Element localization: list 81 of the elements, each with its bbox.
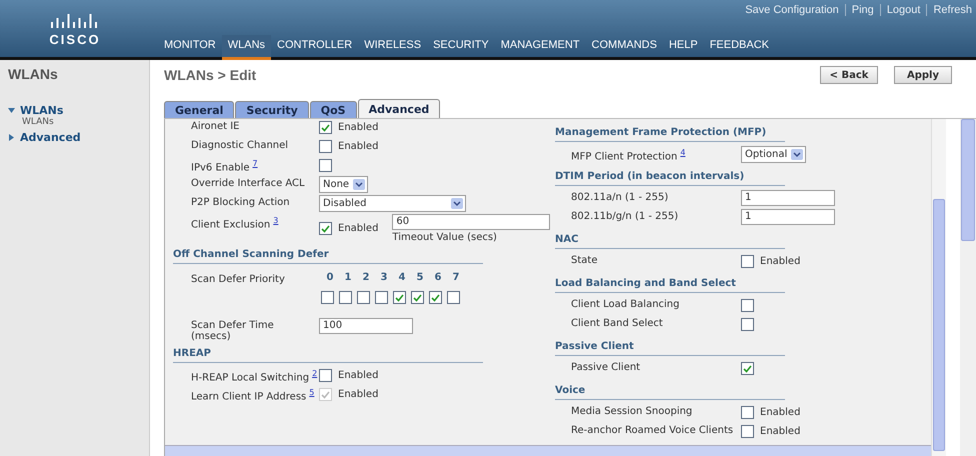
priority-number: 6 — [434, 272, 442, 283]
nav-tab[interactable]: MONITOR — [158, 35, 222, 60]
tab[interactable]: Advanced — [358, 99, 440, 118]
section-heading: DTIM Period (in beacon intervals) — [555, 165, 785, 186]
field-label: Re-anchor Roamed Voice Clients — [571, 424, 734, 436]
option-text: Enabled — [338, 369, 378, 381]
nav-tab[interactable]: CONTROLLER — [271, 35, 358, 60]
sidebar-title: WLANs — [8, 66, 59, 82]
header-link[interactable]: Logout — [880, 4, 920, 16]
option-text: Enabled — [760, 255, 800, 267]
tab[interactable]: Security — [235, 101, 309, 118]
section-heading: Passive Client — [555, 335, 785, 356]
section-heading: Voice — [555, 379, 785, 400]
input-field[interactable]: 1 — [741, 209, 835, 225]
header-link[interactable]: Refresh — [926, 4, 972, 16]
option-text: Enabled — [338, 222, 378, 235]
section-heading: NAC — [555, 228, 785, 249]
priority-number: 0 — [326, 272, 334, 283]
field-label: Aironet IE — [191, 120, 240, 132]
nav-tab[interactable]: COMMANDS — [586, 35, 663, 60]
logo-text: CISCO — [49, 32, 101, 47]
field-label: Client Band Select — [571, 317, 664, 329]
sidebar-item[interactable]: Advanced — [8, 131, 141, 144]
header-link[interactable]: Ping — [844, 4, 874, 16]
option-text: Enabled — [338, 121, 378, 133]
priority-number: 1 — [344, 272, 352, 283]
option-text: Enabled — [760, 406, 800, 418]
field-label: Override Interface ACL — [191, 177, 306, 189]
priority-number: 2 — [362, 272, 370, 283]
field-label: Scan Defer Priority — [191, 273, 286, 285]
dropdown[interactable]: None — [319, 176, 368, 193]
dropdown[interactable]: Optional — [741, 146, 806, 163]
field-caption: Timeout Value (secs) — [392, 232, 498, 243]
apply-button[interactable]: Apply — [894, 66, 952, 84]
field-label: 802.11a/n (1 - 255) — [571, 191, 670, 203]
field-label: MFP Client Protection $^{4}$ — [571, 147, 686, 162]
priority-number: 7 — [452, 272, 460, 283]
field-label: Learn Client IP Address $^{5}$ — [191, 387, 316, 402]
field-label: P2P Blocking Action — [191, 196, 291, 208]
page-title: WLANs > Edit — [164, 67, 258, 83]
back-button[interactable]: < Back — [820, 66, 878, 84]
nav-tab[interactable]: FEEDBACK — [704, 35, 775, 60]
section-heading: Off Channel Scanning Defer — [173, 243, 483, 264]
nav-tab[interactable]: SECURITY — [427, 35, 495, 60]
field-label: Diagnostic Channel — [191, 139, 290, 151]
input-field[interactable]: 1 — [741, 190, 835, 206]
field-label: H-REAP Local Switching $^{2}$ — [191, 368, 318, 384]
field-label: Client Load Balancing — [571, 298, 680, 310]
footnote-link[interactable]: 4 — [680, 148, 686, 157]
option-text: Enabled — [338, 140, 378, 152]
field-label: Passive Client — [571, 361, 642, 373]
field-label: Client Exclusion $^{3}$ — [191, 215, 280, 230]
option-text: Enabled — [338, 388, 378, 400]
priority-number: 4 — [398, 272, 406, 283]
field-label: 802.11b/g/n (1 - 255) — [571, 210, 680, 222]
sidebar-subitem[interactable]: WLANs — [8, 117, 141, 127]
nav-tab[interactable]: WLANs — [222, 35, 272, 60]
tab[interactable]: General — [164, 101, 234, 118]
option-text: Enabled — [760, 425, 800, 437]
input-field[interactable]: 60 — [392, 214, 550, 230]
dropdown[interactable]: Disabled — [319, 195, 466, 212]
field-label: Media Session Snooping — [571, 405, 694, 417]
footnote-link[interactable]: 2 — [312, 369, 318, 378]
field-label: IPv6 Enable $^{7}$ — [191, 158, 259, 174]
nav-tab[interactable]: MANAGEMENT — [494, 35, 586, 60]
input-field[interactable]: 100 — [319, 318, 413, 334]
sidebar-item[interactable]: WLANs — [8, 104, 141, 117]
header-link[interactable]: Save Configuration — [745, 4, 839, 16]
footnote-link[interactable]: 7 — [252, 159, 258, 168]
footnote-link[interactable]: 3 — [273, 216, 278, 225]
field-label: Scan Defer Time (msecs) — [191, 319, 275, 342]
priority-number: 5 — [416, 272, 424, 283]
field-label: State — [571, 254, 598, 266]
nav-tab[interactable]: WIRELESS — [358, 35, 428, 60]
section-heading: Management Frame Protection (MFP) — [555, 121, 785, 142]
section-heading: HREAP — [173, 342, 483, 363]
nav-tab[interactable]: HELP — [662, 35, 704, 60]
footnote-link[interactable]: 5 — [309, 388, 314, 397]
tab[interactable]: QoS — [310, 101, 357, 118]
section-heading: Load Balancing and Band Select — [555, 272, 785, 293]
priority-number: 3 — [380, 272, 388, 283]
